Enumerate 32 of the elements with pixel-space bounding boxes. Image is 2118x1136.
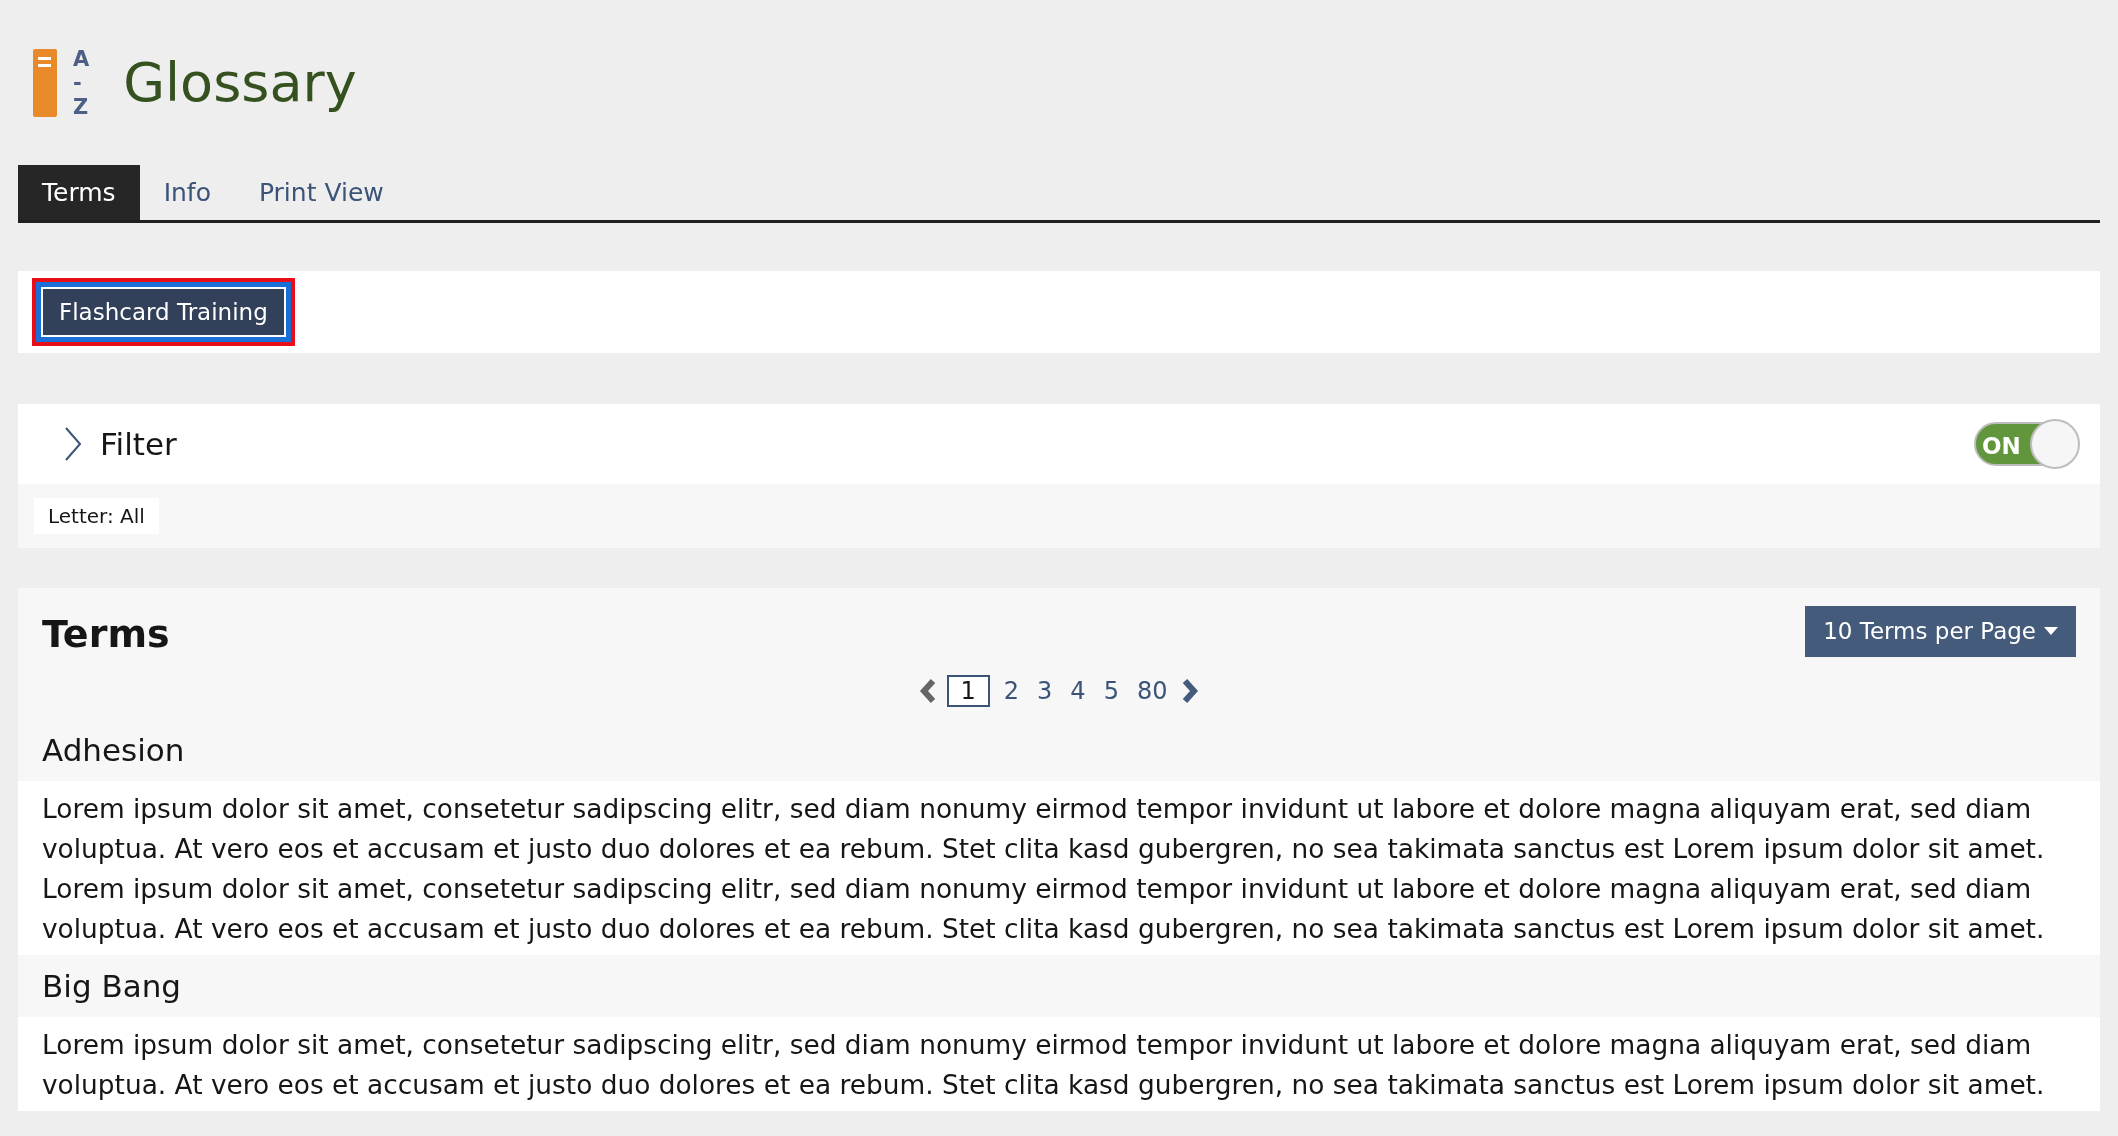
chevron-icon[interactable] (62, 426, 84, 462)
term-title: Big Bang (41, 966, 182, 1006)
section-heading: Terms (42, 611, 170, 658)
description-line: Lorem ipsum dolor sit amet, consetetur sadipscing elitr, sed diam nonumy eirmod tempor invidunt ut labore et dolore magna aliquyam erat, sed diam (42, 872, 2033, 906)
per-page-dropdown[interactable]: 10 Terms per Page (1805, 606, 2076, 657)
filter-chip: Letter: All (34, 498, 159, 534)
description-line: voluptua. At vero eos et accusam et justo duo dolores et ea rebum. Stet clita kasd gubergren, no sea takimata sanctus est Lorem ipsum dolor sit amet. (42, 832, 2046, 866)
description-line: voluptua. At vero eos et accusam et justo duo dolores et ea rebum. Stet clita kasd gubergren, no sea takimata sanctus est Lorem ipsum dolor sit amet. (42, 912, 2046, 946)
logo-letter: A (73, 46, 90, 71)
description-line: Lorem ipsum dolor sit amet, consetetur sadipscing elitr, sed diam nonumy eirmod tempor invidunt ut labore et dolore magna aliquyam erat, sed diam (42, 1028, 2033, 1062)
glossary-logo-icon (33, 48, 57, 117)
tab[interactable]: Print View (234, 165, 408, 220)
term-title: Adhesion (41, 730, 186, 770)
description-line: voluptua. At vero eos et accusam et justo duo dolores et ea rebum. Stet clita kasd gubergren, no sea takimata sanctus est Lorem ipsum dolor sit amet. (42, 1068, 2046, 1102)
logo-letter: - (73, 70, 83, 95)
page-link[interactable]: 5 (1099, 674, 1123, 708)
flashcard-training-button[interactable]: Flashcard Training (32, 277, 295, 347)
logo-letter: Z (73, 94, 90, 119)
page-link[interactable]: 2 (999, 674, 1024, 708)
page-link[interactable]: 1 (946, 674, 990, 708)
filter-title: Filter (100, 424, 177, 464)
tab[interactable]: Info (139, 165, 235, 220)
page-link[interactable]: 4 (1066, 674, 1090, 708)
page-link[interactable]: 3 (1033, 674, 1057, 708)
page-title: Glossary (123, 50, 357, 116)
page-link[interactable]: 80 (1132, 674, 1172, 708)
description-line: Lorem ipsum dolor sit amet, consetetur sadipscing elitr, sed diam nonumy eirmod tempor invidunt ut labore et dolore magna aliquyam erat, sed diam (42, 792, 2033, 826)
next-page-icon[interactable] (1181, 678, 1200, 704)
caret-icon (2044, 627, 2058, 636)
tab[interactable]: Terms (18, 165, 140, 220)
previous-page-icon[interactable] (918, 678, 937, 704)
filter-toggle[interactable]: ON (1974, 422, 2078, 466)
